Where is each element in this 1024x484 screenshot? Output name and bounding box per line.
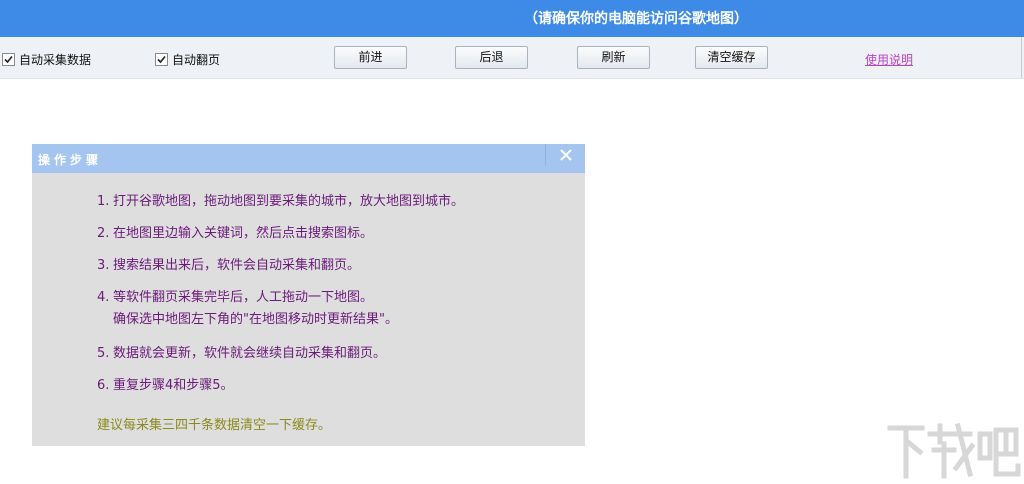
step-text: 打开谷歌地图，拖动地图到要采集的城市，放大地图到城市。 (113, 194, 465, 209)
cache-tip: 建议每采集三四千条数据清空一下缓存。 (97, 418, 332, 433)
step-number: 1. (97, 194, 110, 209)
step-number: 2. (97, 226, 110, 241)
clear-cache-button[interactable]: 清空缓存 (695, 46, 768, 69)
banner-notice: （请确保你的电脑能访问谷歌地图） (524, 11, 748, 27)
step-text: 重复步骤4和步骤5。 (113, 378, 234, 393)
instructions-panel: 操作步骤 1. 打开谷歌地图，拖动地图到要采集的城市，放大地图到城市。 2. 在地图… (32, 144, 585, 446)
step-item: 3. 搜索结果出来后，软件会自动采集和翻页。 (97, 255, 360, 277)
help-link[interactable]: 使用说明 (865, 51, 913, 68)
checkmark-icon (157, 55, 166, 63)
refresh-button[interactable]: 刷新 (577, 46, 650, 69)
panel-header: 操作步骤 (32, 144, 585, 173)
step-text: 等软件翻页采集完毕后，人工拖动一下地图。 (113, 290, 374, 305)
step-number: 6. (97, 378, 110, 393)
top-banner: （请确保你的电脑能访问谷歌地图） (0, 0, 1024, 37)
checkbox-box[interactable] (2, 52, 15, 66)
step-text: 搜索结果出来后，软件会自动采集和翻页。 (113, 258, 361, 273)
auto-page-checkbox[interactable]: 自动翻页 (155, 51, 220, 67)
step-number: 5. (97, 346, 110, 361)
checkmark-icon (4, 55, 13, 63)
site-watermark-logo (887, 422, 1021, 479)
step-item: 6. 重复步骤4和步骤5。 (97, 375, 234, 397)
step-item: 2. 在地图里边输入关键词，然后点击搜索图标。 (97, 223, 373, 245)
toolbar: 自动采集数据 自动翻页 前进 后退 刷新 清空缓存 使用说明 (0, 37, 1024, 79)
auto-collect-checkbox[interactable]: 自动采集数据 (2, 51, 91, 67)
step-item: 4. 等软件翻页采集完毕后，人工拖动一下地图。 确保选中地图左下角的"在地图移动时… (97, 287, 398, 331)
auto-collect-label: 自动采集数据 (19, 52, 92, 67)
checkbox-box[interactable] (155, 52, 168, 66)
step-number: 4. (97, 290, 110, 305)
step-text: 在地图里边输入关键词，然后点击搜索图标。 (113, 226, 374, 241)
step-item: 5. 数据就会更新，软件就会继续自动采集和翻页。 (97, 343, 386, 365)
forward-button[interactable]: 前进 (334, 46, 407, 69)
step-text: 数据就会更新，软件就会继续自动采集和翻页。 (113, 346, 387, 361)
close-icon[interactable] (560, 149, 572, 161)
auto-page-label: 自动翻页 (172, 52, 221, 67)
step-text-continued: 确保选中地图左下角的"在地图移动时更新结果"。 (113, 312, 398, 327)
step-number: 3. (97, 258, 110, 273)
panel-title: 操作步骤 (38, 153, 103, 167)
panel-close-button[interactable] (545, 144, 585, 166)
step-item: 1. 打开谷歌地图，拖动地图到要采集的城市，放大地图到城市。 (97, 191, 464, 213)
toolbar-divider (1021, 37, 1022, 78)
back-button[interactable]: 后退 (455, 46, 528, 69)
